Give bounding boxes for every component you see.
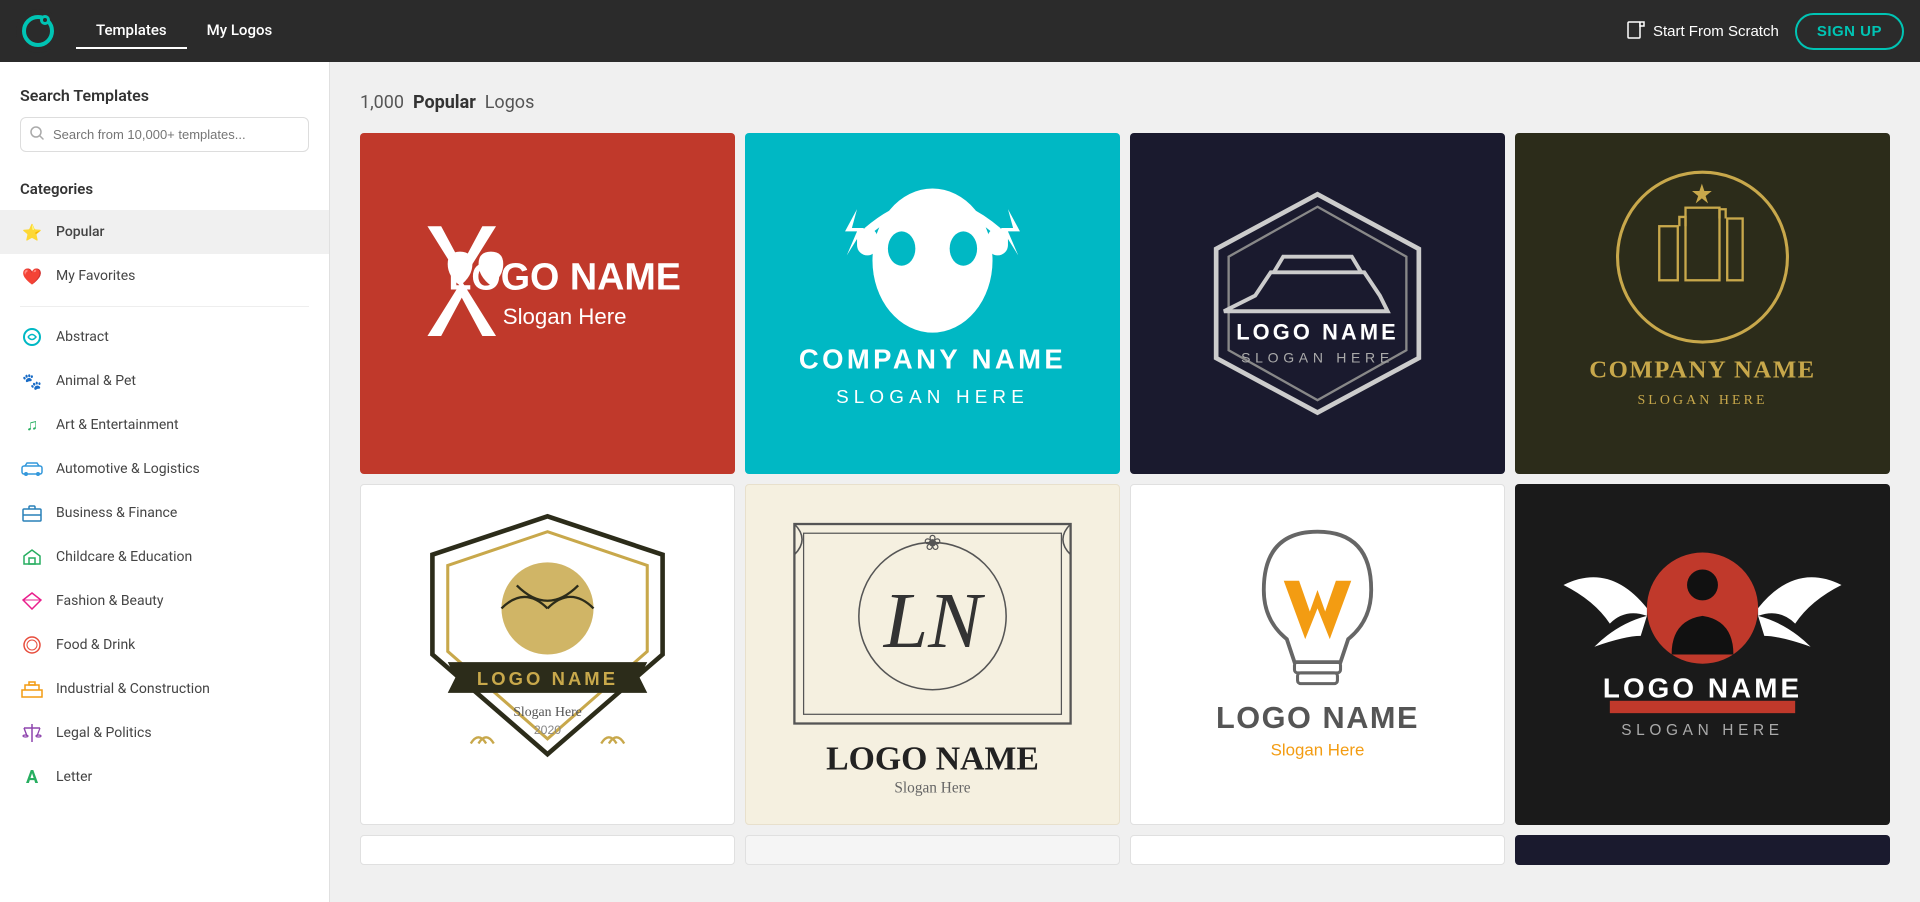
- sidebar-search-section: Search Templates: [0, 86, 329, 172]
- sidebar-item-label: Letter: [56, 769, 92, 785]
- categories-title: Categories: [0, 172, 329, 210]
- svg-text:Slogan Here: Slogan Here: [513, 704, 582, 719]
- svg-text:LOGO NAME: LOGO NAME: [1603, 673, 1802, 704]
- food-icon: [20, 633, 44, 657]
- sidebar-item-label: Business & Finance: [56, 505, 177, 521]
- start-from-scratch-button[interactable]: Start From Scratch: [1627, 21, 1779, 41]
- sidebar-item-label: Art & Entertainment: [56, 417, 179, 433]
- partial-card-1[interactable]: [360, 835, 735, 865]
- logo-card[interactable]: LOGO NAME SLOGAN HERE: [1515, 484, 1890, 825]
- search-wrapper: [20, 117, 309, 152]
- main-layout: Search Templates Categories ⭐ Popular ❤️…: [0, 62, 1920, 902]
- sidebar-item-letter[interactable]: A Letter: [0, 755, 329, 799]
- partial-card-3[interactable]: [1130, 835, 1505, 865]
- sidebar-item-art[interactable]: ♫ Art & Entertainment: [0, 403, 329, 447]
- svg-text:Slogan Here: Slogan Here: [1271, 741, 1365, 760]
- sidebar-item-abstract[interactable]: Abstract: [0, 315, 329, 359]
- letter-icon: A: [20, 765, 44, 789]
- content-area: 1,000 Popular Logos LOGO: [330, 62, 1920, 902]
- svg-text:LOGO NAME: LOGO NAME: [477, 668, 618, 689]
- bottom-partial-row: [360, 835, 1890, 865]
- svg-text:COMPANY NAME: COMPANY NAME: [1589, 357, 1815, 384]
- sidebar-item-favorites[interactable]: ❤️ My Favorites: [0, 254, 329, 298]
- result-count: 1,000: [360, 92, 404, 113]
- paw-icon: 🐾: [20, 369, 44, 393]
- svg-text:SLOGAN HERE: SLOGAN HERE: [836, 386, 1029, 407]
- nav-my-logos[interactable]: My Logos: [187, 13, 293, 49]
- svg-text:LN: LN: [883, 577, 985, 665]
- sidebar-item-label: Food & Drink: [56, 637, 135, 653]
- document-icon: [1627, 21, 1645, 41]
- sidebar-item-label: Automotive & Logistics: [56, 461, 200, 477]
- logo-card[interactable]: COMPANY NAME SLOGAN HERE: [745, 133, 1120, 474]
- content-header: 1,000 Popular Logos: [360, 92, 1890, 113]
- sidebar-item-label: Fashion & Beauty: [56, 593, 164, 609]
- app-logo[interactable]: [16, 9, 60, 53]
- sidebar-item-industrial[interactable]: Industrial & Construction: [0, 667, 329, 711]
- construction-icon: [20, 677, 44, 701]
- briefcase-icon: [20, 501, 44, 525]
- svg-text:Slogan Here: Slogan Here: [894, 779, 970, 796]
- nav-templates[interactable]: Templates: [76, 13, 187, 49]
- svg-text:COMPANY NAME: COMPANY NAME: [799, 344, 1066, 375]
- partial-card-2[interactable]: [745, 835, 1120, 865]
- search-title: Search Templates: [20, 86, 309, 105]
- svg-text:LOGO NAME: LOGO NAME: [448, 256, 681, 298]
- logo-card[interactable]: LOGO NAME Slogan Here: [360, 133, 735, 474]
- logo-card[interactable]: LOGO NAME Slogan Here 2020: [360, 484, 735, 825]
- svg-text:2020: 2020: [534, 723, 561, 737]
- svg-text:SLOGAN HERE: SLOGAN HERE: [1621, 722, 1784, 739]
- svg-text:LOGO NAME: LOGO NAME: [1216, 700, 1419, 735]
- signup-button[interactable]: SIGN UP: [1795, 13, 1904, 50]
- sidebar-item-fashion[interactable]: Fashion & Beauty: [0, 579, 329, 623]
- header-actions: Start From Scratch SIGN UP: [1627, 13, 1904, 50]
- main-nav: Templates My Logos: [76, 13, 1627, 49]
- sidebar-item-automotive[interactable]: Automotive & Logistics: [0, 447, 329, 491]
- svg-text:LOGO NAME: LOGO NAME: [1236, 319, 1399, 344]
- svg-text:SLOGAN HERE: SLOGAN HERE: [1241, 350, 1394, 366]
- sidebar-item-label: Childcare & Education: [56, 549, 192, 565]
- education-icon: [20, 545, 44, 569]
- abstract-icon: [20, 325, 44, 349]
- sidebar-divider: [20, 306, 309, 307]
- music-icon: ♫: [20, 413, 44, 437]
- sidebar-item-label: Popular: [56, 224, 105, 240]
- scales-icon: [20, 721, 44, 745]
- svg-text:❀: ❀: [924, 531, 942, 555]
- sidebar-item-business[interactable]: Business & Finance: [0, 491, 329, 535]
- svg-text:LOGO NAME: LOGO NAME: [826, 740, 1039, 777]
- logo-card[interactable]: COMPANY NAME SLOGAN HERE: [1515, 133, 1890, 474]
- sidebar: Search Templates Categories ⭐ Popular ❤️…: [0, 62, 330, 902]
- svg-text:SLOGAN HERE: SLOGAN HERE: [1637, 393, 1767, 408]
- sidebar-item-label: Abstract: [56, 329, 109, 345]
- svg-text:Slogan Here: Slogan Here: [503, 304, 627, 329]
- logo-card[interactable]: LOGO NAME Slogan Here: [1130, 484, 1505, 825]
- sidebar-item-food[interactable]: Food & Drink: [0, 623, 329, 667]
- sidebar-item-label: My Favorites: [56, 268, 135, 284]
- heart-icon: ❤️: [20, 264, 44, 288]
- sidebar-item-legal[interactable]: Legal & Politics: [0, 711, 329, 755]
- logo-card[interactable]: LOGO NAME SLOGAN HERE: [1130, 133, 1505, 474]
- search-icon: [30, 126, 44, 144]
- category-name: Popular: [413, 92, 476, 113]
- logo-grid: LOGO NAME Slogan Here: [360, 133, 1890, 825]
- search-input[interactable]: [20, 117, 309, 152]
- sidebar-item-label: Legal & Politics: [56, 725, 152, 741]
- star-icon: ⭐: [20, 220, 44, 244]
- logos-suffix: Logos: [485, 92, 535, 113]
- sidebar-item-label: Industrial & Construction: [56, 681, 210, 697]
- logo-card[interactable]: LN ❀ LOGO NAME Slogan Here: [745, 484, 1120, 825]
- sidebar-item-childcare[interactable]: Childcare & Education: [0, 535, 329, 579]
- diamond-icon: [20, 589, 44, 613]
- header: Templates My Logos Start From Scratch SI…: [0, 0, 1920, 62]
- sidebar-item-label: Animal & Pet: [56, 373, 136, 389]
- car-icon: [20, 457, 44, 481]
- sidebar-item-popular[interactable]: ⭐ Popular: [0, 210, 329, 254]
- partial-card-4[interactable]: [1515, 835, 1890, 865]
- sidebar-item-animal[interactable]: 🐾 Animal & Pet: [0, 359, 329, 403]
